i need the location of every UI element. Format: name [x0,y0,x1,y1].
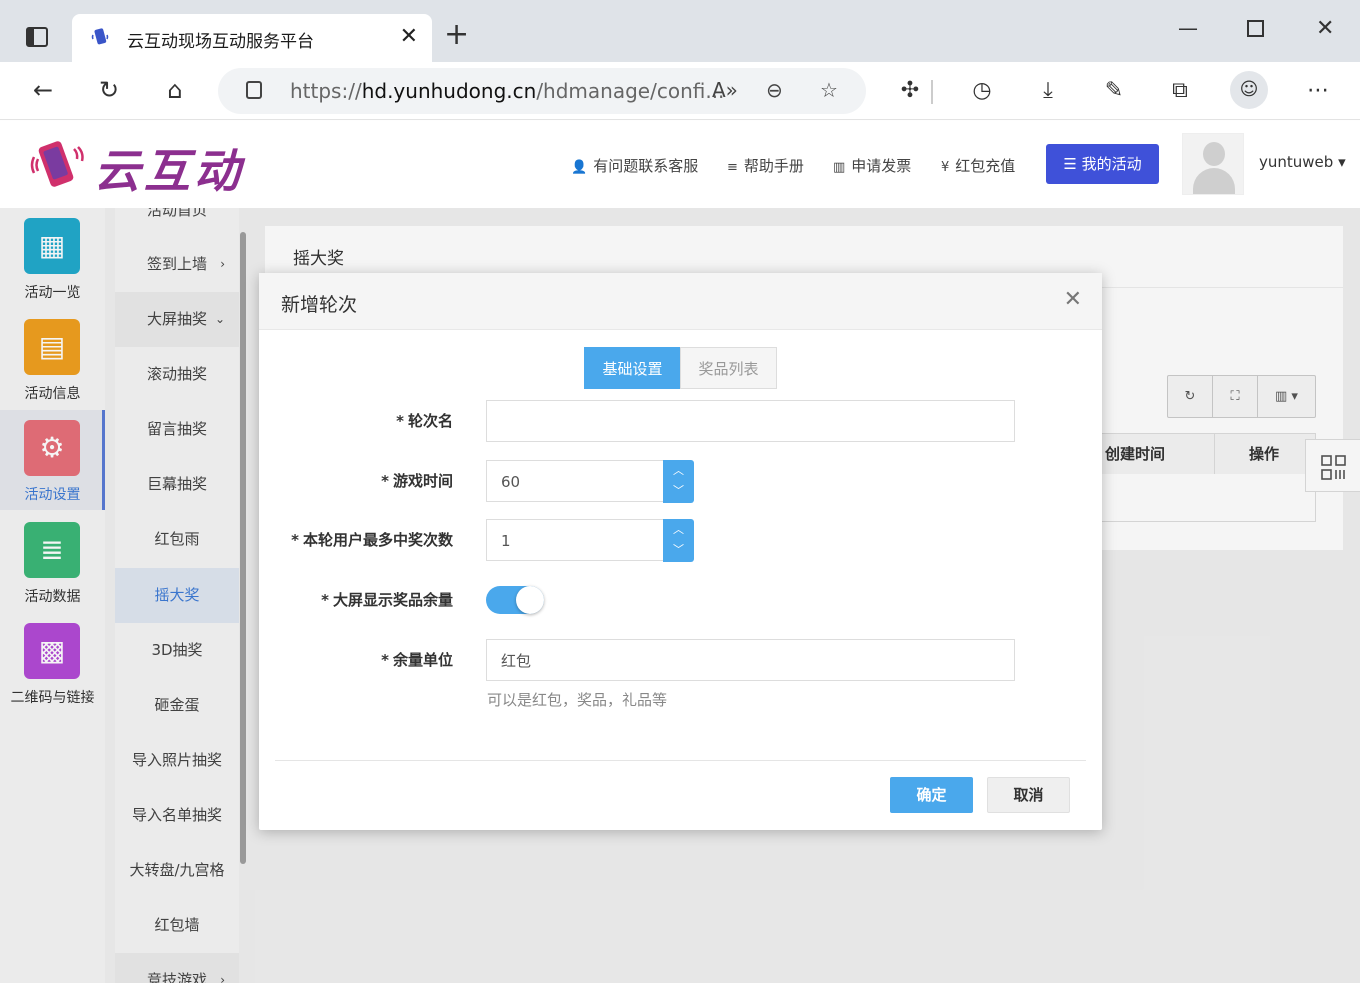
remaining-unit-input[interactable]: 红包 [486,639,1015,681]
contact-support-link[interactable]: 👤 有问题联系客服 [571,155,698,176]
recharge-link[interactable]: ¥ 红包充值 [941,155,1015,176]
new-tab-icon[interactable]: + [444,20,469,50]
max-wins-input[interactable]: 1 [486,519,664,561]
read-aloud-icon[interactable]: A» [712,78,738,102]
more-icon[interactable]: ⋯ [1304,77,1332,105]
home-icon[interactable]: ⌂ [159,74,191,106]
user-plus-icon: 👤 [571,160,588,175]
address-bar[interactable]: https://hd.yunhudong.cn/hdmanage/confi..… [218,68,866,114]
confirm-button[interactable]: 确定 [890,777,973,813]
tab-basic-settings[interactable]: 基础设置 [584,347,681,389]
max-wins-stepper[interactable]: ︿ ﹀ [663,519,694,562]
remaining-unit-hint: 可以是红包，奖品，礼品等 [487,691,668,709]
barcode-icon: ▥ [833,160,846,175]
maximize-icon[interactable] [1247,20,1264,37]
chevron-up-icon[interactable]: ︿ [663,521,694,537]
tab-close-icon[interactable]: ✕ [400,24,418,49]
refresh-icon[interactable]: ↻ [93,74,125,106]
invoice-link[interactable]: ▥ 申请发票 [833,155,911,176]
back-icon[interactable]: ← [27,74,59,106]
url-text: https://hd.yunhudong.cn/hdmanage/confi..… [290,79,725,103]
screenshot-icon[interactable]: ✎ [1100,77,1128,105]
extensions-icon[interactable]: ✣ [896,77,924,105]
chevron-up-icon[interactable]: ︿ [663,462,694,478]
history-icon[interactable]: ◷ [968,77,996,105]
show-remaining-toggle[interactable] [486,586,544,614]
minimize-icon[interactable]: — [1178,16,1198,40]
favorite-add-icon[interactable]: ☆ [820,78,838,102]
avatar[interactable] [1182,133,1244,195]
game-time-stepper[interactable]: ︿ ﹀ [663,460,694,503]
toggle-knob [516,586,544,614]
round-name-label: * 轮次名 [396,412,453,430]
close-icon[interactable]: ✕ [1064,287,1082,312]
cancel-button[interactable]: 取消 [987,777,1070,813]
help-manual-link[interactable]: ≡ 帮助手册 [727,155,804,176]
username-dropdown[interactable]: yuntuweb ▾ [1259,153,1346,171]
yen-icon: ¥ [941,160,950,175]
tab-actions-icon[interactable] [26,27,48,47]
modal-title: 新增轮次 [281,294,358,316]
max-wins-label: * 本轮用户最多中奖次数 [291,531,453,549]
show-remaining-label: * 大屏显示奖品余量 [321,591,453,609]
browser-tabbar: 云互动现场互动服务平台 ✕ + — ✕ [0,0,1360,62]
browser-toolbar: ← ↻ ⌂ https://hd.yunhudong.cn/hdmanage/c… [0,62,1360,120]
game-time-input[interactable]: 60 [486,460,664,502]
logo-text[interactable]: 云互动 [94,135,244,201]
tab-title: 云互动现场互动服务平台 [127,32,314,52]
my-activities-button[interactable]: ☰ 我的活动 [1046,144,1159,184]
chevron-down-icon[interactable]: ﹀ [663,482,694,498]
list-icon: ☰ [1063,155,1082,173]
collections-icon[interactable]: ⧉ [1166,77,1194,105]
site-favicon-icon [91,28,109,45]
game-time-label: * 游戏时间 [381,472,453,490]
list-icon: ≡ [727,160,738,175]
lock-icon [246,81,262,99]
add-round-modal: 新增轮次 ✕ 基础设置 奖品列表 * 轮次名 * 游戏时间 60 ︿ ﹀ * 本轮用户… [259,273,1102,830]
remaining-unit-label: * 余量单位 [381,651,453,669]
zoom-out-icon[interactable]: ⊖ [766,78,783,102]
logo-phone-icon [30,141,84,187]
browser-tab[interactable]: 云互动现场互动服务平台 ✕ [72,14,432,62]
app-header: 云互动 👤 有问题联系客服 ≡ 帮助手册 ▥ 申请发票 ¥ 红包充值 ☰ 我的活动 yu… [0,121,1360,208]
chevron-down-icon[interactable]: ﹀ [663,541,694,557]
modal-footer-divider [275,760,1086,761]
toolbar-divider [931,80,933,104]
download-icon[interactable]: ⤓ [1034,77,1062,105]
profile-icon[interactable]: ☺ [1230,71,1268,109]
modal-header: 新增轮次 ✕ [259,273,1102,330]
round-name-input[interactable] [486,400,1015,442]
tab-prize-list[interactable]: 奖品列表 [680,347,777,389]
window-close-icon[interactable]: ✕ [1316,16,1334,41]
